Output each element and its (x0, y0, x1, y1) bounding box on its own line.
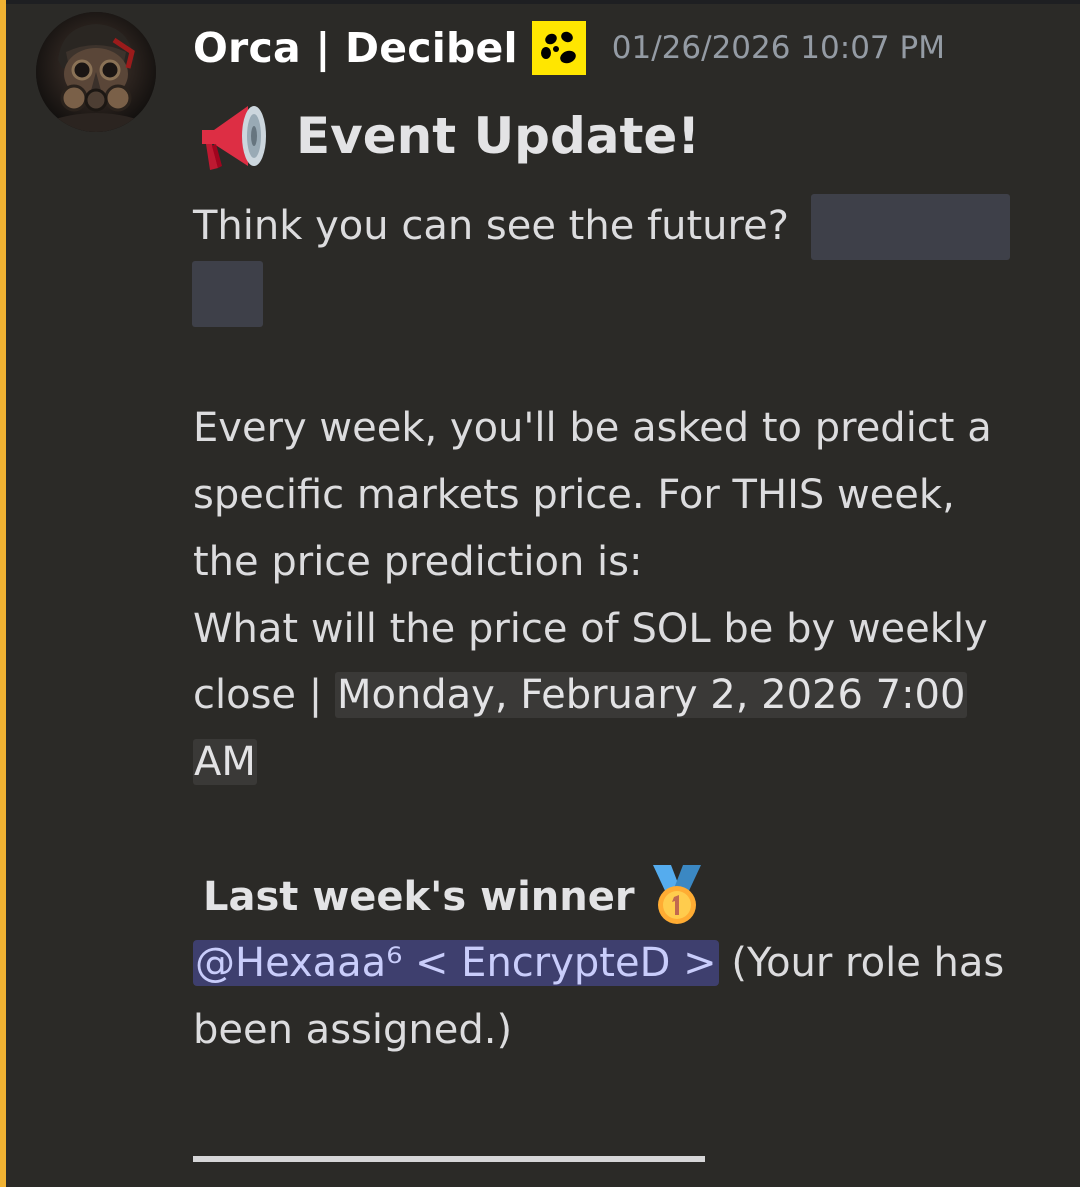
timestamp-chip[interactable]: AM (193, 739, 257, 785)
winner-line: been assigned.) (193, 997, 512, 1064)
body-text: (Your role has (718, 940, 1005, 986)
spoiler-block[interactable] (811, 194, 1010, 260)
winner-line: @Hexaaa⁶ < EncrypteD > (Your role has (193, 930, 1004, 997)
author-name[interactable]: Orca | Decibel (193, 24, 518, 72)
first-place-medal-icon (647, 863, 707, 927)
body-line: specific markets price. For THIS week, (193, 462, 955, 529)
winner-heading-line: Last week's winner (203, 864, 707, 931)
message-heading: Event Update! (192, 96, 700, 176)
body-text: the price prediction is: (193, 539, 643, 585)
heading-text: Event Update! (296, 107, 701, 165)
message-header: Orca | Decibel 01/26/2026 10:07 PM (193, 16, 945, 80)
body-text: What will the price of SOL be by weekly (193, 606, 988, 652)
body-line: What will the price of SOL be by weekly (193, 596, 988, 663)
mention-highlight-bar (0, 0, 6, 1187)
intro-line: Think you can see the future? (193, 193, 789, 260)
winner-label: Last week's winner (203, 874, 635, 920)
timestamp-chip[interactable]: Monday, February 2, 2026 7:00 (334, 672, 968, 718)
body-text: close | (193, 672, 335, 718)
body-text: specific markets price. For THIS week, (193, 472, 955, 518)
intro-text: Think you can see the future? (193, 203, 789, 249)
decibel-server-tag-icon (531, 21, 586, 75)
body-line: AM (193, 729, 257, 796)
spoiler-block[interactable] (192, 261, 263, 327)
server-tag-icon[interactable] (531, 21, 586, 75)
body-text: Every week, you'll be asked to predict a (193, 405, 992, 451)
body-line: the price prediction is: (193, 529, 642, 596)
top-divider (0, 0, 1080, 4)
message-timestamp[interactable]: 01/26/2026 10:07 PM (612, 30, 945, 66)
body-line: close | Monday, February 2, 2026 7:00 (193, 662, 968, 729)
gas-mask-soldier-avatar-icon (36, 12, 156, 132)
body-line: Every week, you'll be asked to predict a (193, 395, 992, 462)
body-text: been assigned.) (193, 1007, 513, 1053)
user-mention[interactable]: @Hexaaa⁶ < EncrypteD > (193, 940, 719, 986)
author-avatar[interactable] (36, 12, 156, 132)
separator-line (193, 1156, 705, 1162)
megaphone-emoji-icon (192, 100, 270, 172)
